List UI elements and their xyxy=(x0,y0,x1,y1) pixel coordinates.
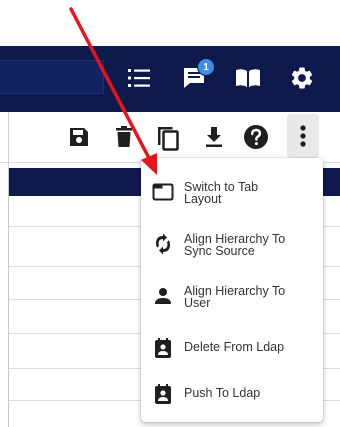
menu-item-label: User xyxy=(184,296,211,310)
menu-item-push-to-ldap[interactable]: Push To Ldap xyxy=(141,372,323,420)
menu-item-label: Layout xyxy=(184,192,222,206)
copy-icon[interactable] xyxy=(155,124,181,151)
person-icon xyxy=(151,284,175,308)
book-icon[interactable] xyxy=(233,63,263,93)
notification-badge: 1 xyxy=(197,58,215,76)
content-border xyxy=(8,112,9,168)
menu-item-align-hierarchy-user[interactable]: Align Hierarchy To User xyxy=(141,276,323,324)
menu-item-label: Sync Source xyxy=(184,244,255,258)
download-icon[interactable] xyxy=(201,124,227,150)
top-blank-area xyxy=(0,0,340,46)
more-options-button[interactable] xyxy=(287,114,319,158)
trash-icon[interactable] xyxy=(111,124,137,150)
menu-item-label: Push To Ldap xyxy=(184,386,261,400)
contact-badge-icon xyxy=(151,382,175,406)
header-search-field[interactable] xyxy=(0,60,104,94)
gear-icon[interactable] xyxy=(287,63,317,93)
app-header: 1 xyxy=(0,46,340,112)
save-icon[interactable] xyxy=(66,124,92,150)
sync-icon xyxy=(151,232,175,256)
tab-layout-icon xyxy=(151,180,175,204)
menu-item-align-hierarchy-sync-source[interactable]: Align Hierarchy To Sync Source xyxy=(141,224,323,272)
contact-badge-icon xyxy=(151,336,175,360)
menu-item-switch-tab-layout[interactable]: Switch to Tab Layout xyxy=(141,172,323,220)
list-icon[interactable] xyxy=(124,63,154,93)
more-options-menu: Switch to Tab Layout Align Hierarchy To … xyxy=(141,158,323,422)
menu-item-label: Delete From Ldap xyxy=(184,340,285,354)
notifications-icon[interactable]: 1 xyxy=(180,58,215,93)
more-vert-icon xyxy=(300,125,306,147)
help-icon[interactable] xyxy=(243,124,269,150)
menu-item-delete-from-ldap[interactable]: Delete From Ldap xyxy=(141,326,323,374)
